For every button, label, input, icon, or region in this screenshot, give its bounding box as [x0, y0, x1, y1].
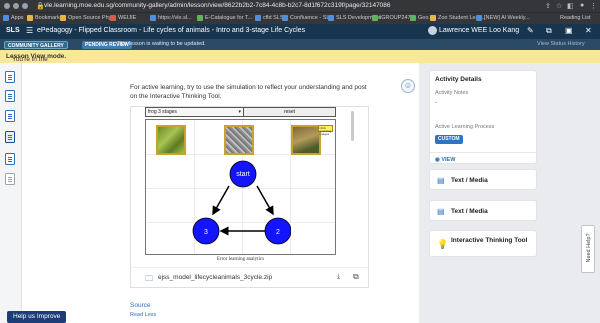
lesson-view-banner: You're in the Lesson View mode. — [0, 50, 600, 63]
page-navigation-rail — [0, 63, 22, 323]
cycle-arrow — [256, 185, 274, 216]
view-link-label: VIEW — [441, 157, 456, 163]
file-attachment-row: 🗀 ejss_model_lifecycleanimals_3cycle.zip… — [131, 267, 370, 287]
review-message: This lesson is waiting to be updated. — [117, 41, 206, 47]
forward-icon[interactable] — [13, 3, 19, 9]
folder-icon: 🗀 — [145, 274, 153, 283]
custom-badge: CUSTOM — [435, 135, 463, 144]
learning-process-label: Active Learning Process — [435, 124, 495, 130]
bookmark-item[interactable]: [NEW] Al Weekly... — [476, 15, 530, 21]
bookmark-item[interactable]: Confluence - SLS — [282, 15, 333, 21]
back-icon[interactable] — [4, 3, 10, 9]
page-nav-icon[interactable] — [5, 153, 15, 165]
tadpole-image[interactable] — [291, 125, 321, 155]
sim-canvas[interactable]: Click and drag images start 2 3 — [145, 119, 336, 255]
lifecycle-diagram[interactable]: start 2 3 — [191, 158, 291, 248]
read-less-link[interactable]: Read Less — [130, 312, 156, 318]
banner-prefix: You're in the — [12, 56, 48, 63]
text-media-icon: ▤ — [437, 176, 445, 185]
source-link[interactable]: Source — [130, 302, 151, 309]
text-media-icon: ▤ — [437, 207, 445, 216]
present-icon[interactable]: ▣ — [565, 26, 573, 35]
instruction-text: For active learning, try to use the simu… — [130, 84, 367, 100]
sim-scrollbar[interactable] — [351, 111, 354, 141]
sls-logo[interactable]: SLS — [6, 27, 20, 34]
node-start-label: start — [236, 171, 250, 178]
help-us-improve-button[interactable]: Help us Improve — [7, 311, 67, 323]
bookmark-item[interactable]: cfld SLS — [255, 15, 283, 21]
activity-details-card: Activity Details Activity Notes - Active… — [429, 70, 538, 164]
activity-details-title: Activity Details — [435, 76, 482, 83]
app-header: SLS ☰ ePedagogy - Flipped Classroom - Li… — [0, 24, 600, 39]
need-help-tab[interactable]: Need Help? — [581, 225, 595, 273]
share-icon[interactable]: ⇪ — [545, 2, 551, 10]
text-media-title: Text / Media — [451, 208, 488, 215]
download-icon[interactable]: ⤓ — [337, 273, 340, 281]
page-nav-icon[interactable] — [5, 90, 15, 102]
bookmark-item[interactable]: Bookmarks — [27, 15, 63, 21]
reaction-icon[interactable]: ☺ — [401, 79, 415, 93]
text-media-card[interactable]: ▤ Text / Media — [429, 200, 537, 221]
instruction-tag: Click and drag images — [318, 125, 333, 136]
browser-address-bar[interactable]: 🔒 vle.learning.moe.edu.sg/community-gall… — [0, 0, 600, 12]
page-nav-icon[interactable] — [5, 110, 15, 122]
lesson-title: ePedagogy - Flipped Classroom - Life cyc… — [37, 27, 306, 34]
interactive-thinking-tool-card[interactable]: 💡 Interactive Thinking Tool — [429, 230, 537, 257]
hamburger-menu-icon[interactable]: ☰ — [26, 26, 33, 35]
close-icon[interactable]: ✕ — [585, 26, 592, 35]
activity-notes-value: - — [435, 100, 437, 106]
node-2-label: 2 — [276, 229, 280, 236]
chevron-down-icon: ▾ — [238, 109, 241, 115]
bookmark-item[interactable]: E-Catalogue for T... — [197, 15, 252, 21]
itt-title: Interactive Thinking Tool — [451, 237, 528, 244]
page-nav-icon-active[interactable] — [5, 131, 15, 143]
frog-eggs-image[interactable] — [224, 125, 254, 155]
view-status-history-link[interactable]: View Status History — [537, 41, 585, 47]
edit-icon[interactable]: ✎ — [527, 26, 534, 35]
bookmark-item[interactable]: WEIJIE — [110, 15, 136, 21]
need-help-label: Need Help? — [586, 233, 592, 263]
reading-list[interactable]: Reading List — [560, 15, 591, 21]
lifecycle-select-value: frog 3 stages — [148, 109, 177, 115]
menu-dots-icon[interactable]: ⋮ — [590, 2, 597, 10]
simulation-card: frog 3 stages ▾ reset Click and drag ima… — [130, 106, 370, 288]
node-3-label: 3 — [204, 229, 208, 236]
page-nav-icon[interactable] — [5, 173, 15, 185]
bookmark-item[interactable]: https://vle.sl... — [150, 15, 192, 21]
lesson-content: For active learning, try to use the simu… — [22, 63, 419, 323]
reload-icon[interactable] — [22, 3, 28, 9]
bookmark-item[interactable]: Open Source Phys — [60, 15, 114, 21]
activity-sidebar: Activity Details Activity Notes - Active… — [419, 63, 600, 323]
copy-icon[interactable]: ⧉ — [546, 26, 552, 36]
text-media-card[interactable]: ▤ Text / Media — [429, 169, 537, 190]
browser-chrome: 🔒 vle.learning.moe.edu.sg/community-gall… — [0, 0, 600, 24]
lightbulb-icon: 💡 — [437, 239, 449, 249]
page-nav-icon[interactable] — [5, 71, 15, 83]
view-link[interactable]: ◉ VIEW — [435, 157, 455, 163]
bookmark-item[interactable]: Apps — [3, 15, 24, 21]
avatar[interactable] — [428, 26, 437, 35]
profile-icon[interactable]: ● — [580, 2, 584, 9]
cycle-arrow — [212, 185, 230, 216]
activity-notes-label: Activity Notes — [435, 90, 469, 96]
user-name[interactable]: Lawrence WEE Loo Kang — [439, 27, 519, 34]
frog-image[interactable] — [156, 125, 186, 155]
lifecycle-select[interactable]: frog 3 stages ▾ — [146, 108, 244, 116]
star-icon[interactable]: ☆ — [556, 2, 562, 10]
community-gallery-badge: COMMUNITY GALLERY — [4, 40, 68, 49]
url-text[interactable]: vle.learning.moe.edu.sg/community-galler… — [44, 2, 391, 9]
bookmarks-bar: Apps Bookmarks Open Source Phys WEIJIE h… — [0, 12, 600, 24]
simulation-embed[interactable]: frog 3 stages ▾ reset Click and drag ima… — [145, 107, 336, 265]
text-media-title: Text / Media — [451, 177, 488, 184]
sim-toolbar: frog 3 stages ▾ reset — [145, 107, 336, 117]
extension-icon[interactable]: ◧ — [567, 2, 574, 10]
reset-button[interactable]: reset — [244, 108, 335, 116]
review-status-bar: COMMUNITY GALLERY PENDING REVIEW This le… — [0, 39, 600, 50]
divider — [430, 152, 538, 153]
bookmark-item[interactable]: iGROUP2473 — [372, 15, 414, 21]
sim-footer: Error learning analytics — [216, 257, 265, 262]
open-external-icon[interactable]: ⧉ — [353, 272, 359, 282]
file-name[interactable]: ejss_model_lifecycleanimals_3cycle.zip — [158, 274, 272, 281]
